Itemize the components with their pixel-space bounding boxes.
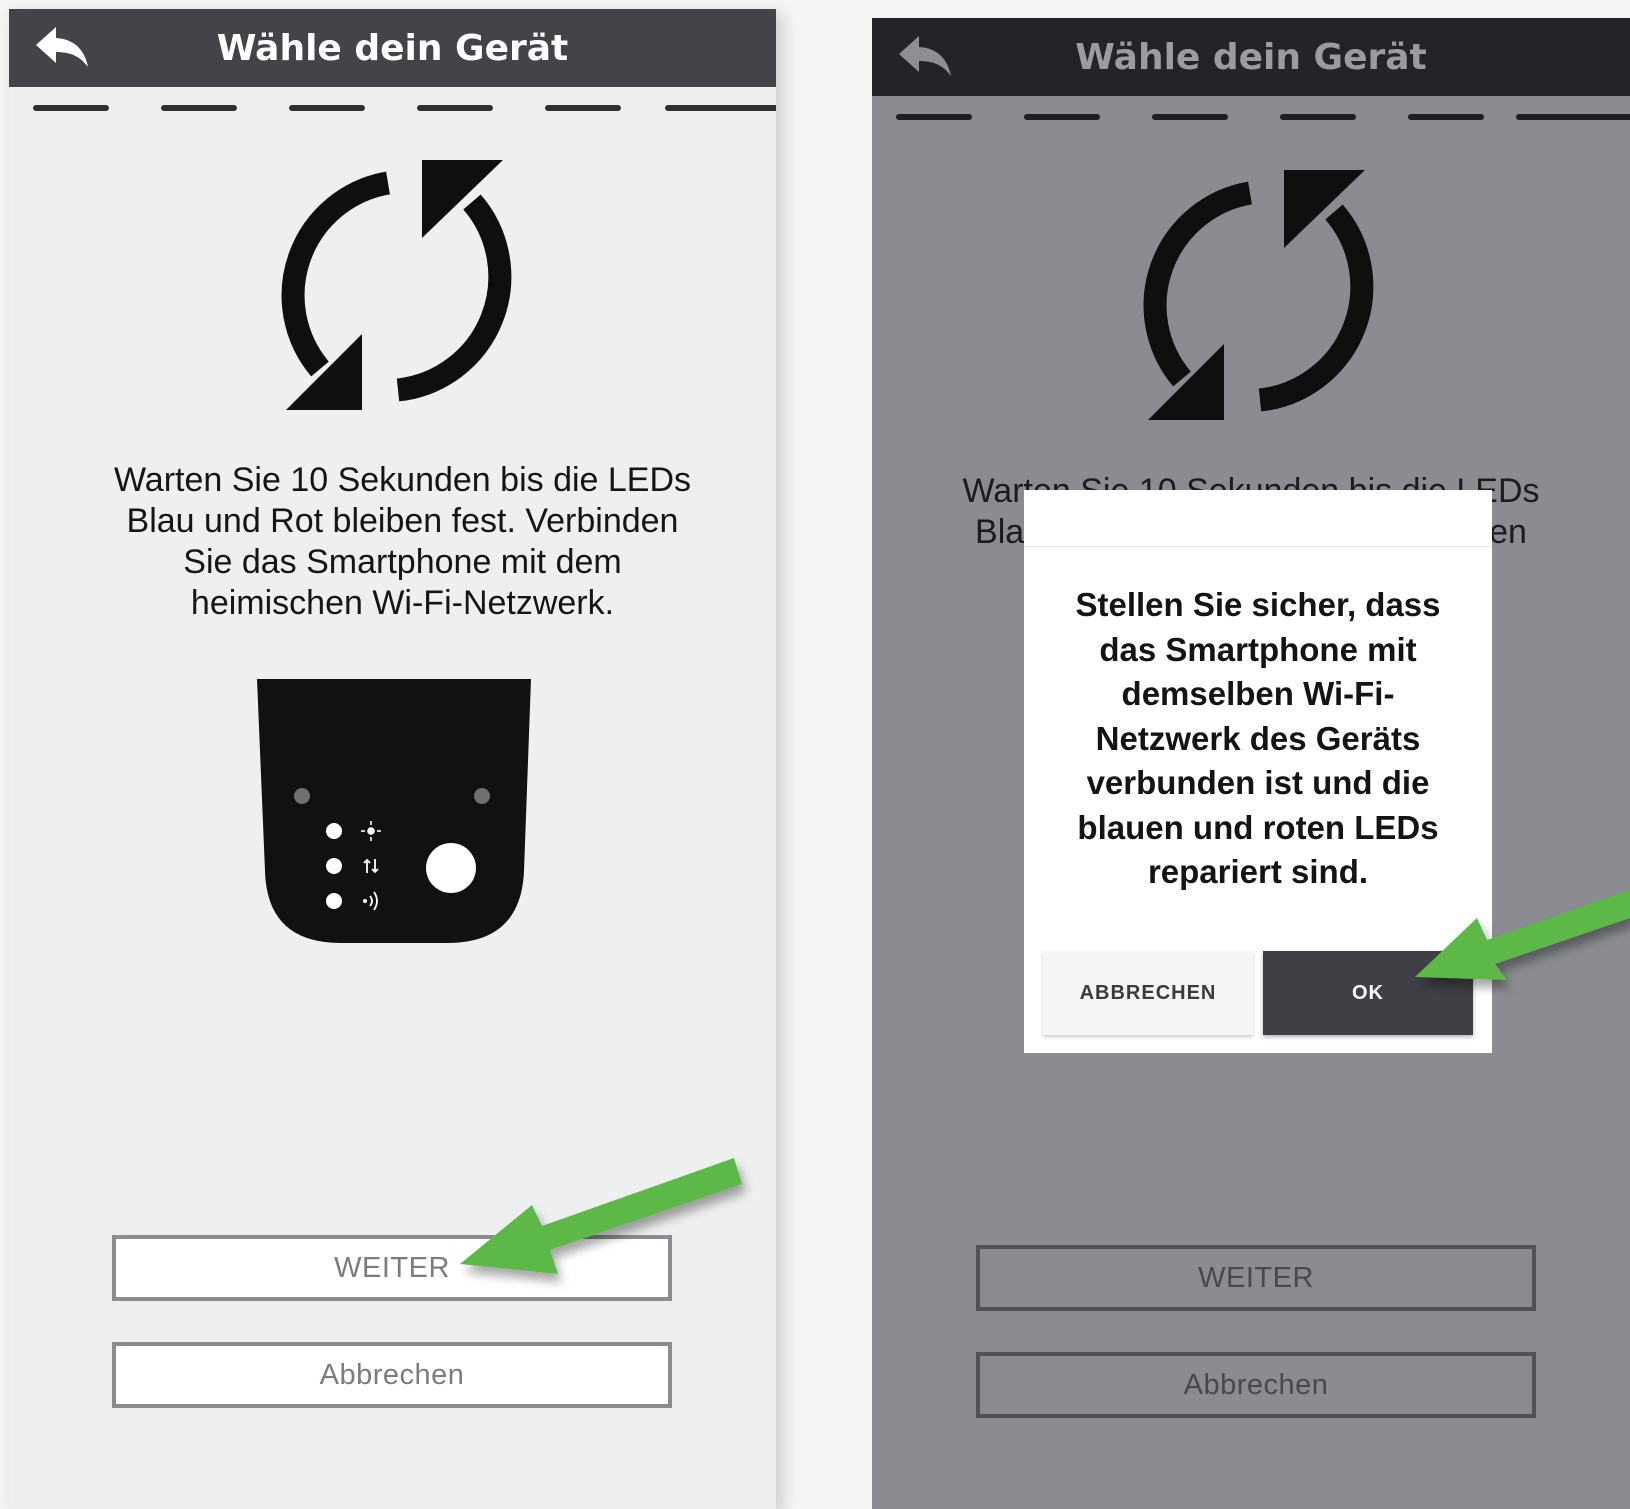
progress-step bbox=[1408, 114, 1484, 120]
progress-step bbox=[896, 114, 972, 120]
back-arrow-icon bbox=[899, 36, 951, 76]
back-button[interactable] bbox=[27, 17, 97, 79]
dialog-message: Stellen Sie sicher, dass das Smartphone … bbox=[1038, 583, 1478, 895]
progress-step bbox=[545, 105, 621, 111]
dialog-message-line: das Smartphone mit bbox=[1099, 630, 1417, 668]
dialog-message-line: Netzwerk des Geräts bbox=[1095, 719, 1421, 757]
dialog-ok-button[interactable]: OK bbox=[1263, 951, 1473, 1035]
app-header: Wähle dein Gerät bbox=[9, 9, 776, 87]
next-button[interactable]: WEITER bbox=[112, 1235, 672, 1301]
dialog-cancel-button[interactable]: ABBRECHEN bbox=[1043, 951, 1253, 1035]
page-title: Wähle dein Gerät bbox=[216, 27, 569, 69]
cancel-button[interactable]: Abbrechen bbox=[112, 1342, 672, 1408]
instruction-text: Warten Sie 10 Sekunden bis die LEDs Blau… bbox=[49, 460, 756, 624]
instruction-line: Warten Sie 10 Sekunden bis die LEDs bbox=[113, 461, 692, 499]
instruction-line: Sie das Smartphone mit dem bbox=[183, 543, 622, 581]
page-title: Wähle dein Gerät bbox=[1075, 36, 1427, 78]
dialog-divider bbox=[1024, 546, 1492, 547]
device-illustration bbox=[257, 679, 531, 943]
progress-step bbox=[161, 105, 237, 111]
back-button[interactable] bbox=[890, 26, 960, 88]
progress-step bbox=[1280, 114, 1356, 120]
instruction-line: heimischen Wi-Fi-Netzwerk. bbox=[190, 584, 615, 622]
dialog-message-line: verbunden ist und die bbox=[1086, 764, 1430, 801]
next-button: WEITER bbox=[976, 1245, 1536, 1311]
dialog-message-line: demselben Wi-Fi- bbox=[1121, 675, 1395, 712]
confirm-dialog: Stellen Sie sicher, dass das Smartphone … bbox=[1024, 490, 1492, 1053]
back-arrow-icon bbox=[36, 27, 88, 67]
progress-step bbox=[665, 105, 776, 111]
progress-step bbox=[33, 105, 109, 111]
dialog-message-line: Stellen Sie sicher, dass bbox=[1075, 586, 1441, 623]
left-screen: Wähle dein Gerät Warten Sie 10 Sekunden … bbox=[9, 9, 776, 1509]
cancel-button: Abbrechen bbox=[976, 1352, 1536, 1418]
progress-step bbox=[1516, 114, 1630, 120]
dialog-message-line: blauen und roten LEDs bbox=[1077, 808, 1439, 846]
progress-step bbox=[417, 105, 493, 111]
dialog-message-line: repariert sind. bbox=[1147, 853, 1369, 890]
sync-icon bbox=[281, 160, 512, 410]
app-header: Wähle dein Gerät bbox=[872, 18, 1630, 96]
progress-step bbox=[1152, 114, 1228, 120]
sync-icon bbox=[1143, 170, 1374, 420]
right-screen-with-dialog: Wähle dein Gerät Warten Sie 10 Sekunden … bbox=[872, 18, 1630, 1509]
instruction-line: Blau und Rot bleiben fest. Verbinden bbox=[126, 502, 679, 540]
progress-step bbox=[1024, 114, 1100, 120]
progress-step bbox=[289, 105, 365, 111]
